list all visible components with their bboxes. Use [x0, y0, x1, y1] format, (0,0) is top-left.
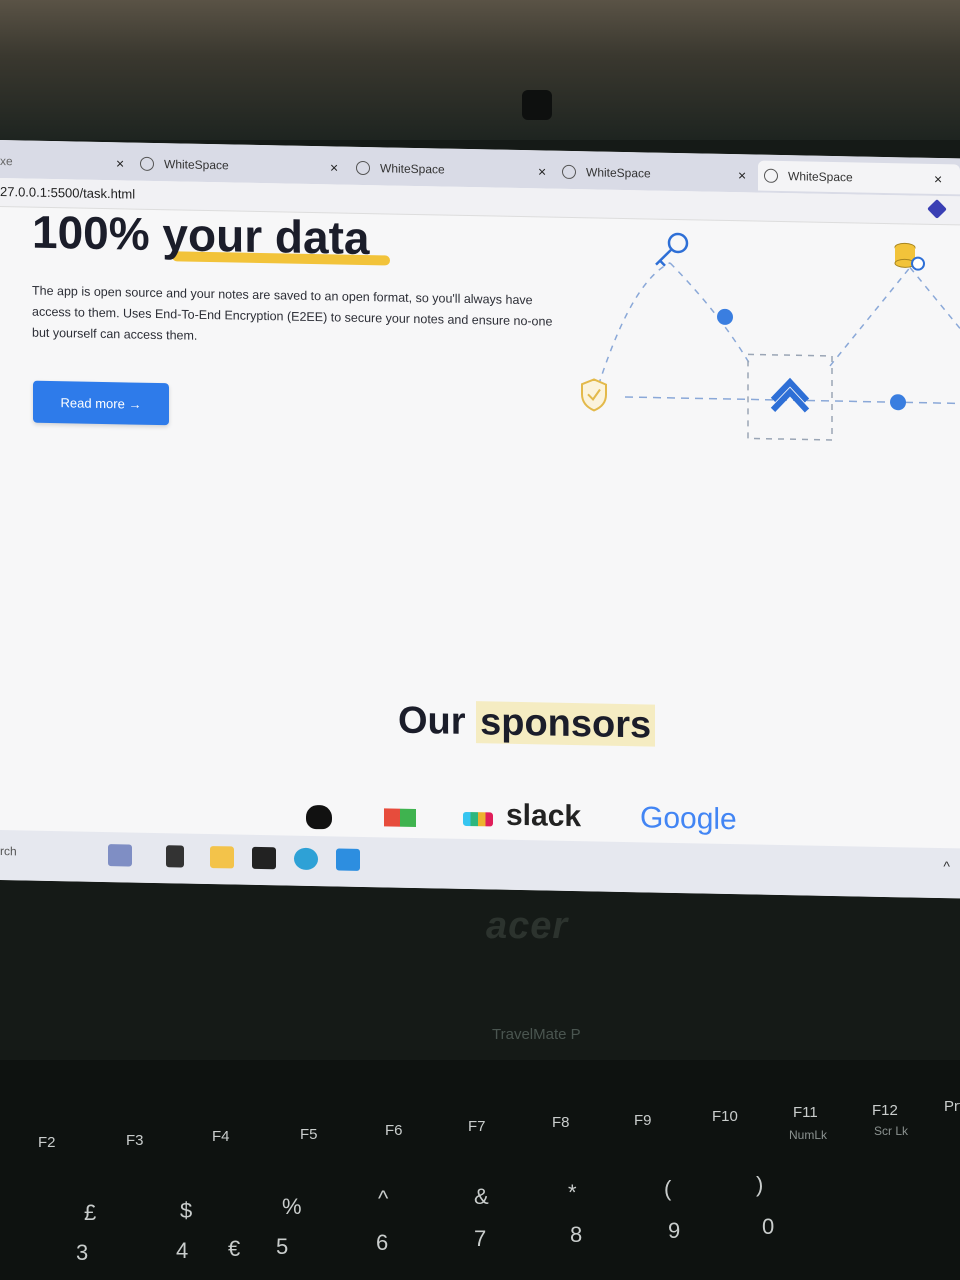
key-7[interactable]: 7 — [474, 1226, 486, 1252]
key-5[interactable]: 5 — [276, 1234, 288, 1260]
close-icon[interactable]: × — [538, 163, 546, 179]
key-ampersand[interactable]: & — [474, 1184, 489, 1210]
browser-tab[interactable]: WhiteSpace × — [562, 157, 752, 191]
microsoft-logo-icon — [384, 808, 416, 827]
sponsor-logos: slack Google — [300, 798, 760, 840]
tab-label: WhiteSpace — [380, 161, 445, 177]
globe-icon — [140, 156, 154, 171]
globe-icon — [562, 164, 576, 180]
key-prt[interactable]: Prt — [944, 1098, 960, 1115]
slack-logo-text: slack — [506, 798, 582, 834]
apple-logo-icon — [306, 804, 332, 830]
key-f9[interactable]: F9 — [634, 1112, 652, 1129]
key-f3[interactable]: F3 — [126, 1132, 144, 1149]
key-percent[interactable]: % — [282, 1194, 302, 1220]
browser-tab[interactable]: xe × — [0, 146, 132, 179]
sponsors-heading: Our sponsors — [398, 699, 656, 748]
key-f5[interactable]: F5 — [300, 1126, 318, 1143]
background-shelf — [0, 0, 960, 140]
webcam-icon — [522, 90, 552, 120]
key-0[interactable]: 0 — [762, 1214, 774, 1240]
city-widget-icon[interactable] — [108, 844, 132, 867]
key-9[interactable]: 9 — [668, 1218, 680, 1244]
key-pound[interactable]: £ — [84, 1200, 96, 1226]
hero-description: The app is open source and your notes ar… — [32, 283, 553, 343]
key-asterisk[interactable]: * — [568, 1180, 577, 1206]
tab-label: xe — [0, 154, 13, 169]
google-logo-text: Google — [640, 801, 737, 837]
numlk-label: NumLk — [789, 1128, 828, 1142]
key-4[interactable]: 4 — [176, 1238, 188, 1264]
node-dot — [890, 394, 906, 411]
edge-browser-icon[interactable] — [294, 847, 318, 871]
node-dot — [717, 308, 733, 325]
key-paren-right[interactable]: ) — [756, 1172, 763, 1198]
globe-icon — [356, 160, 370, 176]
keyboard: F2 F3 F4 F5 F6 F7 F8 F9 F10 F11 F12 Prt … — [0, 1060, 960, 1280]
browser-tab[interactable]: WhiteSpace × — [140, 149, 350, 183]
browser-tab[interactable]: WhiteSpace × — [356, 153, 556, 187]
key-euro[interactable]: € — [228, 1236, 240, 1262]
app-logo-icon — [770, 377, 810, 413]
key-f10[interactable]: F10 — [712, 1108, 738, 1125]
sponsors-title-plain: Our — [398, 699, 466, 743]
close-icon[interactable]: × — [330, 159, 338, 175]
database-icon — [894, 242, 925, 271]
url-text[interactable]: 27.0.0.1:5500/task.html — [0, 184, 135, 202]
key-f2[interactable]: F2 — [38, 1134, 56, 1151]
windows-taskbar: rch ^ — [0, 830, 960, 899]
key-f4[interactable]: F4 — [212, 1128, 230, 1145]
shield-icon — [581, 378, 607, 412]
key-dollar[interactable]: $ — [180, 1198, 192, 1224]
key-f7[interactable]: F7 — [468, 1118, 486, 1135]
key-f8[interactable]: F8 — [552, 1114, 570, 1131]
key-3[interactable]: 3 — [76, 1240, 88, 1266]
close-icon[interactable]: × — [738, 167, 746, 183]
close-icon[interactable]: × — [116, 155, 124, 171]
model-label: TravelMate P — [492, 1026, 581, 1043]
tab-label: WhiteSpace — [164, 157, 229, 173]
tab-label: WhiteSpace — [788, 169, 853, 185]
vscode-icon[interactable] — [336, 848, 360, 871]
laptop-screen: xe × WhiteSpace × WhiteSpace × WhiteSpac… — [0, 140, 960, 899]
globe-icon — [764, 168, 778, 183]
key-icon — [655, 232, 689, 267]
scrlk-label: Scr Lk — [874, 1124, 909, 1138]
task-view-icon[interactable] — [166, 845, 184, 868]
security-diagram — [581, 232, 960, 441]
taskbar-search[interactable]: rch — [0, 844, 17, 858]
tab-label: WhiteSpace — [586, 165, 651, 181]
key-8[interactable]: 8 — [570, 1222, 582, 1248]
file-explorer-icon[interactable] — [210, 846, 234, 869]
slack-logo-icon — [463, 811, 493, 827]
read-more-button[interactable]: Read more → — [33, 380, 169, 426]
key-6[interactable]: 6 — [376, 1230, 388, 1256]
key-f12[interactable]: F12 — [872, 1102, 898, 1119]
hero-title: 100% your data — [32, 205, 370, 265]
browser-tab-active[interactable]: WhiteSpace × — [758, 160, 960, 195]
chevron-up-icon[interactable]: ^ — [943, 858, 950, 874]
terminal-icon[interactable] — [252, 846, 276, 870]
logo-frame — [747, 353, 833, 441]
sponsors-title-highlight: sponsors — [476, 701, 656, 747]
brand-logo: acer — [486, 905, 569, 947]
close-icon[interactable]: × — [934, 171, 942, 187]
key-f6[interactable]: F6 — [385, 1122, 403, 1139]
key-paren-left[interactable]: ( — [664, 1176, 671, 1202]
key-caret[interactable]: ^ — [378, 1186, 388, 1212]
extension-icon[interactable] — [927, 199, 947, 219]
key-f11[interactable]: F11 — [793, 1104, 818, 1121]
